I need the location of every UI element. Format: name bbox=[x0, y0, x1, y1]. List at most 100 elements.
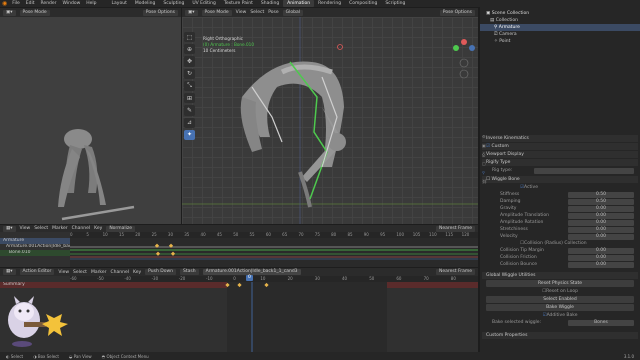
menu-render[interactable]: Render bbox=[41, 1, 57, 6]
tab-uv-editing[interactable]: UV Editing bbox=[188, 0, 219, 7]
property-value-field[interactable]: 0.50 bbox=[568, 198, 634, 205]
bone-tab-icon[interactable]: ⚲ bbox=[482, 170, 487, 175]
tab-scripting[interactable]: Scripting bbox=[381, 0, 409, 7]
cursor-tool-icon[interactable]: ⊕ bbox=[184, 44, 195, 55]
wiggle-active-checkbox[interactable]: ☑ Active bbox=[480, 184, 640, 191]
channel-bone[interactable]: Bone.010 bbox=[0, 250, 70, 256]
tab-texture-paint[interactable]: Texture Paint bbox=[220, 0, 257, 7]
additive-bake-checkbox[interactable]: ☑ Additive Bake bbox=[480, 312, 640, 319]
editor-mode-select[interactable]: Action Editor bbox=[19, 269, 55, 275]
reset-physics-button[interactable]: Reset Physics State bbox=[486, 280, 634, 287]
tab-modeling[interactable]: Modeling bbox=[131, 0, 159, 7]
property-value-field[interactable]: 0.00 bbox=[568, 212, 634, 219]
navigation-gizmo[interactable] bbox=[452, 30, 476, 82]
outliner-item-camera[interactable]: ⎚ Camera bbox=[480, 31, 640, 38]
main-viewport[interactable]: ▣▾ Pose Mode View Select Pose Global Pos… bbox=[182, 8, 478, 224]
property-value-field[interactable]: 0.00 bbox=[568, 254, 634, 261]
tab-shading[interactable]: Shading bbox=[257, 0, 283, 7]
menu-marker[interactable]: Marker bbox=[52, 226, 68, 231]
property-value-field[interactable]: 0.00 bbox=[568, 226, 634, 233]
push-down-button[interactable]: Push Down bbox=[145, 269, 177, 275]
bake-wiggle-button[interactable]: Bake Wiggle bbox=[486, 304, 634, 311]
transform-tool-icon[interactable]: ⊞ bbox=[184, 93, 195, 104]
bake-selected-dropdown[interactable]: Bones bbox=[568, 319, 634, 326]
editor-type-button[interactable]: ▦▾ bbox=[3, 225, 16, 232]
tab-layout[interactable]: Layout bbox=[108, 0, 131, 7]
action-editor[interactable]: ▦▾ Action Editor View Select Marker Chan… bbox=[0, 268, 478, 352]
timeline-editor[interactable]: ▦▾ View Select Marker Channel Key Normal… bbox=[0, 225, 478, 267]
menu-channel[interactable]: Channel bbox=[72, 226, 90, 231]
select-box-tool-icon[interactable]: ⬚ bbox=[184, 32, 195, 43]
mode-select[interactable]: Pose Mode bbox=[201, 9, 232, 16]
menu-edit[interactable]: Edit bbox=[26, 1, 35, 6]
move-tool-icon[interactable]: ✥ bbox=[184, 56, 195, 67]
property-value-field[interactable]: 0.00 bbox=[568, 233, 634, 240]
section-inverse-kinematics[interactable]: Inverse Kinematics bbox=[482, 135, 638, 142]
snap-mode-select[interactable]: Nearest Frame bbox=[436, 225, 475, 232]
stash-button[interactable]: Stash bbox=[180, 269, 199, 275]
rig-type-field[interactable] bbox=[534, 167, 634, 174]
timeline-header: ▦▾ View Select Marker Channel Key Normal… bbox=[0, 225, 478, 232]
pose-tool-icon[interactable]: ✦ bbox=[184, 129, 195, 140]
snap-mode-select[interactable]: Nearest Frame bbox=[436, 269, 475, 275]
menu-help[interactable]: Help bbox=[86, 1, 96, 6]
reset-on-loop-checkbox[interactable]: ☐ Reset on Loop bbox=[480, 288, 640, 295]
wiggle-property-row: Collision Bounce 0.00 bbox=[480, 261, 640, 268]
select-enabled-button[interactable]: Select Enabled bbox=[486, 296, 634, 303]
editor-type-button[interactable]: ▣▾ bbox=[185, 9, 198, 16]
menu-pose[interactable]: Pose bbox=[268, 10, 278, 15]
property-value-field[interactable]: 0.00 bbox=[568, 261, 634, 268]
property-value-field[interactable]: 0.00 bbox=[568, 219, 634, 226]
menu-select[interactable]: Select bbox=[250, 10, 264, 15]
pose-options-button[interactable]: Pose Options bbox=[142, 9, 178, 16]
pose-options-button[interactable]: Pose Options bbox=[439, 9, 475, 16]
tab-animation[interactable]: Animation bbox=[283, 0, 315, 7]
menu-select[interactable]: Select bbox=[73, 270, 87, 275]
normalize-toggle[interactable]: Normalize bbox=[106, 225, 135, 232]
wiggle-property-row: Collision Friction 0.00 bbox=[480, 254, 640, 261]
constraint-tab-icon[interactable]: ⛓ bbox=[482, 179, 487, 184]
annotate-tool-icon[interactable]: ✎ bbox=[184, 105, 195, 116]
tab-compositing[interactable]: Compositing bbox=[345, 0, 381, 7]
render-tab-icon[interactable]: ▣ bbox=[482, 143, 487, 148]
measure-tool-icon[interactable]: ⊿ bbox=[184, 117, 195, 128]
menu-key[interactable]: Key bbox=[133, 270, 141, 275]
editor-type-button[interactable]: ▦▾ bbox=[3, 269, 16, 275]
current-frame-indicator[interactable]: 0 bbox=[246, 275, 253, 281]
tool-tab-icon[interactable]: ⚙ bbox=[482, 134, 487, 139]
section-custom-properties[interactable]: Custom Properties bbox=[482, 332, 638, 339]
mode-select[interactable]: Pose Mode bbox=[19, 9, 50, 16]
menu-window[interactable]: Window bbox=[63, 1, 81, 6]
section-viewport-display[interactable]: Viewport Display bbox=[482, 151, 638, 158]
menu-channel[interactable]: Channel bbox=[111, 270, 129, 275]
object-tab-icon[interactable]: ▢ bbox=[482, 161, 487, 166]
blender-logo-icon[interactable]: ◉ bbox=[2, 0, 7, 7]
menu-marker[interactable]: Marker bbox=[91, 270, 107, 275]
property-value-field[interactable]: 0.50 bbox=[568, 191, 634, 198]
orientation-select[interactable]: Global bbox=[282, 9, 303, 16]
menu-view[interactable]: View bbox=[58, 270, 69, 275]
tab-sculpting[interactable]: Sculpting bbox=[159, 0, 188, 7]
collision-collection-row[interactable]: ☐ Collision (Radius) Collection bbox=[480, 240, 640, 247]
output-tab-icon[interactable]: ⎙ bbox=[482, 152, 487, 157]
outliner-item-collection[interactable]: ▤ Collection bbox=[480, 17, 640, 24]
menu-select[interactable]: Select bbox=[34, 226, 48, 231]
section-custom[interactable]: ☑ Custom bbox=[482, 143, 638, 150]
menu-view[interactable]: View bbox=[20, 226, 31, 231]
rotate-tool-icon[interactable]: ↻ bbox=[184, 68, 195, 79]
property-value-field[interactable]: 0.00 bbox=[568, 247, 634, 254]
tab-rendering[interactable]: Rendering bbox=[314, 0, 345, 7]
property-value-field[interactable]: 0.00 bbox=[568, 205, 634, 212]
outliner-item-point[interactable]: ✧ Point bbox=[480, 38, 640, 45]
camera-viewport[interactable]: ▣▾ Pose Mode Pose Options bbox=[0, 8, 181, 224]
scale-tool-icon[interactable]: ⤡ bbox=[184, 80, 195, 92]
section-global-wiggle[interactable]: Global Wiggle Utilities bbox=[482, 272, 638, 279]
workspace-tabs: Layout Modeling Sculpting UV Editing Tex… bbox=[108, 0, 410, 7]
menu-key[interactable]: Key bbox=[94, 226, 102, 231]
section-wiggle-bone[interactable]: ☐ Wiggle Bone bbox=[482, 176, 638, 183]
menu-view[interactable]: View bbox=[236, 10, 247, 15]
editor-type-button[interactable]: ▣▾ bbox=[3, 9, 16, 16]
outliner-item-armature[interactable]: ⚲ Armature bbox=[480, 24, 640, 31]
section-rigify-type[interactable]: Rigify Type bbox=[482, 159, 638, 166]
menu-file[interactable]: File bbox=[12, 1, 20, 6]
